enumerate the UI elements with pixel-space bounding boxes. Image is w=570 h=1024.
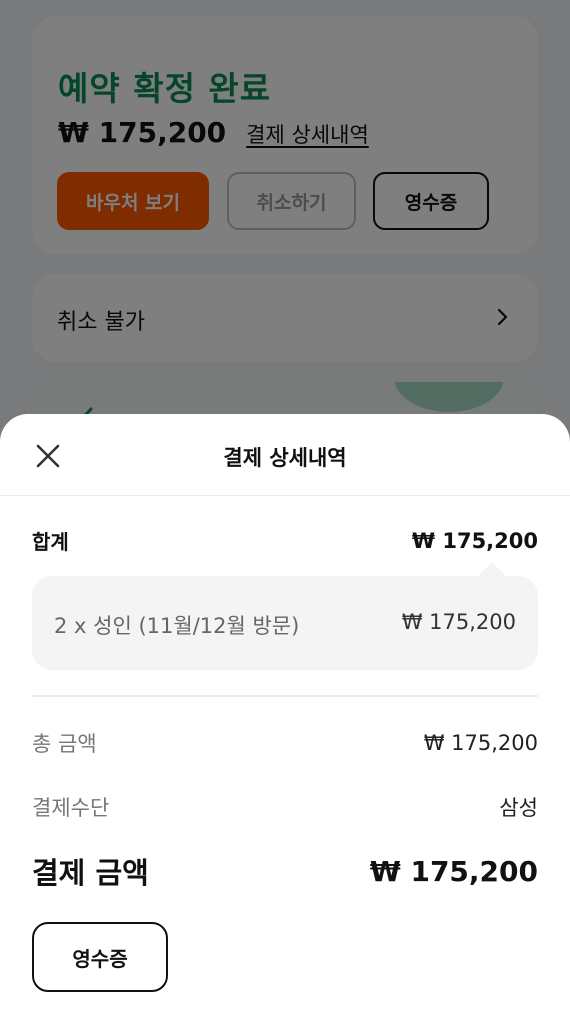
sum-row: 총 금액 ₩ 175,200 <box>32 728 538 758</box>
sheet-header: 결제 상세내역 <box>0 414 570 496</box>
receipt-button[interactable]: 영수증 <box>32 922 168 992</box>
line-item-value: ₩ 175,200 <box>401 610 516 634</box>
paid-amount-row: 결제 금액 ₩ 175,200 <box>32 850 538 892</box>
sum-label: 총 금액 <box>32 732 97 756</box>
tooltip-arrow <box>478 562 506 576</box>
total-label: 합계 <box>32 530 69 554</box>
line-item: 2 x 성인 (11월/12월 방문) ₩ 175,200 <box>32 562 538 670</box>
sheet-title: 결제 상세내역 <box>223 446 347 470</box>
payment-method-value: 삼성 <box>499 796 538 820</box>
payment-method-row: 결제수단 삼성 <box>32 792 538 822</box>
line-item-label: 2 x 성인 (11월/12월 방문) <box>54 614 300 638</box>
total-row: 합계 ₩ 175,200 <box>32 526 538 555</box>
paid-amount-value: ₩ 175,200 <box>369 854 538 888</box>
sum-value: ₩ 175,200 <box>423 731 538 755</box>
divider <box>32 695 538 697</box>
payment-detail-sheet: 결제 상세내역 합계 ₩ 175,200 2 x 성인 (11월/12월 방문)… <box>0 414 570 1024</box>
payment-method-label: 결제수단 <box>32 796 110 820</box>
paid-amount-label: 결제 금액 <box>32 856 149 890</box>
total-value: ₩ 175,200 <box>411 528 538 553</box>
